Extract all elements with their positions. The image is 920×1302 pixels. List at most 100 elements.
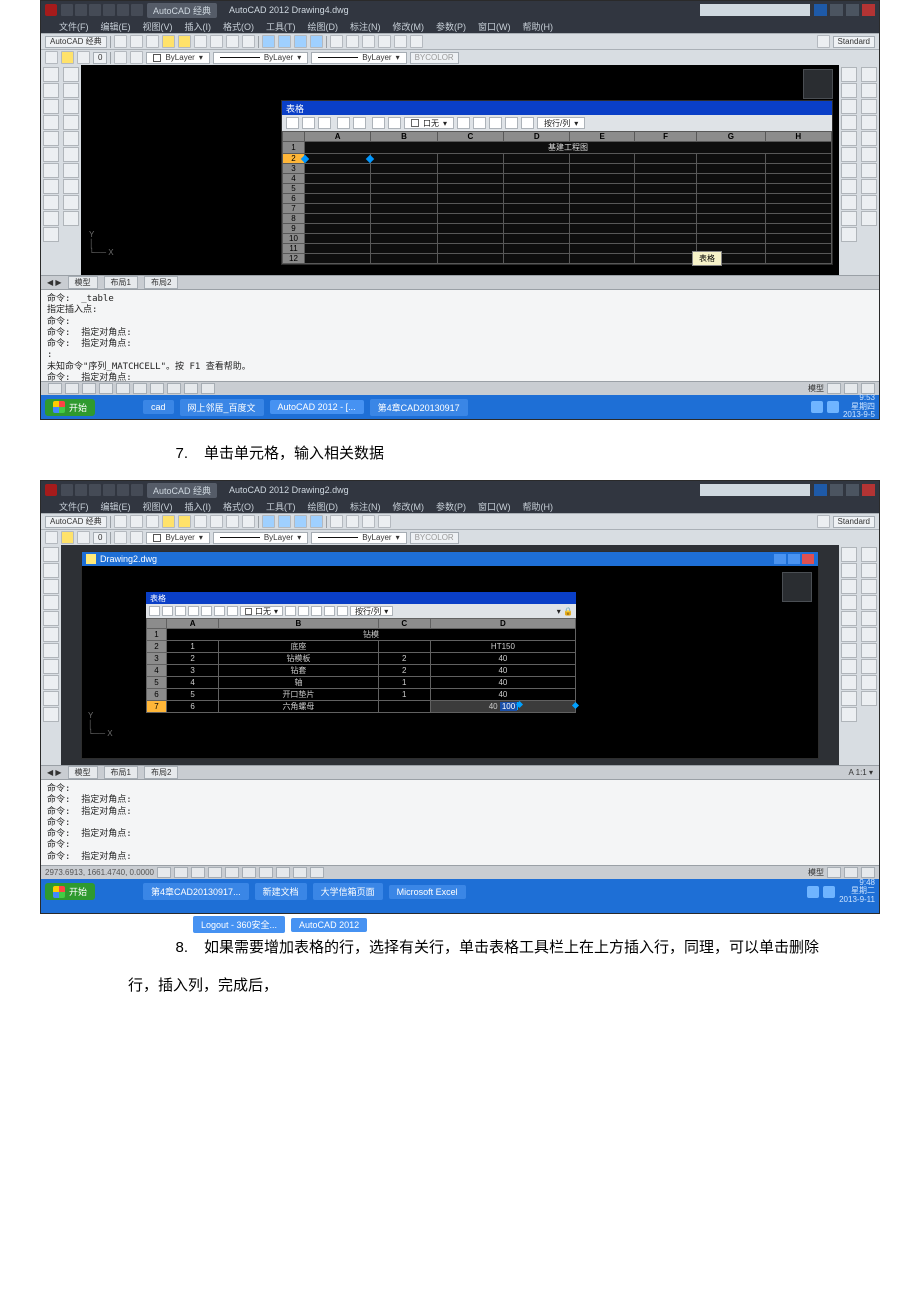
dyn-toggle[interactable] (259, 867, 273, 878)
region-icon[interactable] (43, 707, 59, 722)
zoom-icon[interactable] (262, 515, 275, 528)
tool-icon[interactable] (63, 195, 79, 210)
tool-icon[interactable] (63, 67, 79, 82)
ortho-toggle[interactable] (191, 867, 205, 878)
tool-icon[interactable] (330, 35, 343, 48)
menu-param[interactable]: 参数(P) (436, 500, 466, 513)
insert-mode-dropdown[interactable]: 按行/列▾ (350, 606, 393, 616)
menu-dim[interactable]: 标注(N) (350, 500, 381, 513)
menu-window[interactable]: 窗口(W) (478, 500, 511, 513)
arc-icon[interactable] (43, 115, 59, 130)
data-link-icon[interactable] (337, 606, 348, 616)
layer-dropdown[interactable]: 0 (93, 532, 107, 544)
title-cell[interactable]: 基建工程图 (305, 142, 832, 154)
status-icon[interactable] (844, 867, 858, 878)
offset-icon[interactable] (841, 115, 857, 130)
taskbar-item[interactable]: AutoCAD 2012 - [... (270, 400, 364, 414)
pan-icon[interactable] (278, 515, 291, 528)
tool-icon[interactable] (63, 211, 79, 226)
table-toolbar[interactable]: 口无▾ 按行/列▾ ▾ 🔒 (146, 604, 576, 618)
tray-icon[interactable] (827, 401, 839, 413)
insert-col-icon[interactable] (188, 606, 199, 616)
lwt-toggle[interactable] (167, 383, 181, 394)
menu-bar[interactable]: 文件(F) 编辑(E) 视图(V) 插入(I) 格式(O) 工具(T) 绘图(D… (41, 499, 879, 513)
cell[interactable]: 轴 (219, 677, 378, 689)
drawing-window-title[interactable]: Drawing2.dwg (82, 552, 818, 566)
tray-icon[interactable] (811, 401, 823, 413)
tab-layout2[interactable]: 布局2 (144, 276, 178, 289)
status-icon[interactable] (827, 867, 841, 878)
modify-toolbar-right[interactable] (839, 65, 859, 275)
tool-icon[interactable] (378, 515, 391, 528)
row-header[interactable]: 6 (147, 689, 167, 701)
row-header[interactable]: 1 (147, 629, 167, 641)
qp-toggle[interactable] (184, 383, 198, 394)
close-icon[interactable] (802, 554, 814, 564)
tool-icon[interactable] (63, 83, 79, 98)
text-icon[interactable] (43, 659, 59, 674)
tab-model[interactable]: 模型 (68, 766, 98, 779)
trim-icon[interactable] (841, 195, 857, 210)
ortho-toggle[interactable] (82, 383, 96, 394)
col-header[interactable]: D (504, 132, 570, 142)
menu-view[interactable]: 视图(V) (143, 20, 173, 33)
maximize-button[interactable] (846, 4, 859, 16)
row-header[interactable]: 1 (283, 142, 305, 154)
menu-window[interactable]: 窗口(W) (478, 20, 511, 33)
mdi-area[interactable]: Drawing2.dwg Y│└── X 表格 口无▾ (61, 545, 839, 765)
workspace-chip[interactable]: AutoCAD 经典 (45, 516, 107, 528)
insert-row-above-icon[interactable] (149, 606, 160, 616)
plot-style-dropdown[interactable]: BYCOLOR (410, 532, 459, 544)
menu-format[interactable]: 格式(O) (223, 500, 254, 513)
annotation-icon[interactable] (817, 35, 830, 48)
tool-icon[interactable] (861, 131, 877, 146)
table-icon[interactable] (43, 675, 59, 690)
table-icon[interactable] (43, 195, 59, 210)
toolbar-row-2[interactable]: 0 ByLayer▾ ByLayer▾ ByLayer▾ BYCOLOR (41, 529, 879, 545)
tool-icon[interactable] (63, 115, 79, 130)
color-dropdown[interactable]: ByLayer▾ (146, 532, 209, 544)
polar-toggle[interactable] (208, 867, 222, 878)
lwt-toggle[interactable] (276, 867, 290, 878)
row-header[interactable]: 3 (283, 164, 305, 174)
system-tray[interactable]: 9:53 星期四 2013-9-5 (811, 394, 875, 419)
mirror-icon[interactable] (841, 579, 857, 594)
delete-row-icon[interactable] (318, 117, 331, 129)
tray-icon[interactable] (823, 886, 835, 898)
tool-icon[interactable] (861, 83, 877, 98)
osnap-toggle[interactable] (116, 383, 130, 394)
pan-icon[interactable] (278, 35, 291, 48)
undo-icon[interactable] (162, 35, 175, 48)
cell[interactable]: 钻模板 (219, 653, 378, 665)
clock[interactable]: 9:48 星期二 2013-9-11 (839, 879, 875, 904)
offset-icon[interactable] (841, 595, 857, 610)
tool-icon[interactable] (861, 643, 877, 658)
toolbar-row-2[interactable]: 0 ByLayer▾ ByLayer▾ ByLayer▾ BYCOLOR (41, 49, 879, 65)
open-icon[interactable] (130, 35, 143, 48)
tool-icon[interactable] (861, 691, 877, 706)
tool-icon[interactable] (63, 99, 79, 114)
cell[interactable] (378, 641, 430, 653)
orbit-icon[interactable] (294, 515, 307, 528)
line-icon[interactable] (43, 67, 59, 82)
layer-icon[interactable] (45, 531, 58, 544)
command-window[interactable]: 命令: 命令: 指定对角点: 命令: 指定对角点: 命令: 命令: 指定对角点:… (41, 779, 879, 865)
cell[interactable]: HT150 (430, 641, 575, 653)
clock[interactable]: 9:53 星期四 2013-9-5 (843, 394, 875, 419)
start-button[interactable]: 开始 (45, 883, 95, 900)
tab-model[interactable]: 模型 (68, 276, 98, 289)
table-grid[interactable]: A B C D E F G H 1基建工程图 2 3 (282, 131, 832, 264)
windows-taskbar[interactable]: 开始 第4章CAD20130917... 新建文档 大学信箱页面 Microso… (41, 879, 879, 913)
modify-toolbar-right[interactable] (839, 545, 859, 765)
model-space-button[interactable]: 模型 (808, 383, 824, 394)
insert-row-below-icon[interactable] (162, 606, 173, 616)
format-icon[interactable] (311, 606, 322, 616)
scale-icon[interactable] (841, 659, 857, 674)
taskbar-item[interactable]: Logout - 360安全... (193, 916, 285, 933)
minimize-button[interactable] (830, 484, 843, 496)
tab-layout1[interactable]: 布局1 (104, 766, 138, 779)
draw-toolbar-left[interactable] (41, 545, 61, 765)
snap-toggle[interactable] (48, 383, 62, 394)
close-button[interactable] (862, 4, 875, 16)
panel-title[interactable]: 表格 (282, 101, 832, 115)
